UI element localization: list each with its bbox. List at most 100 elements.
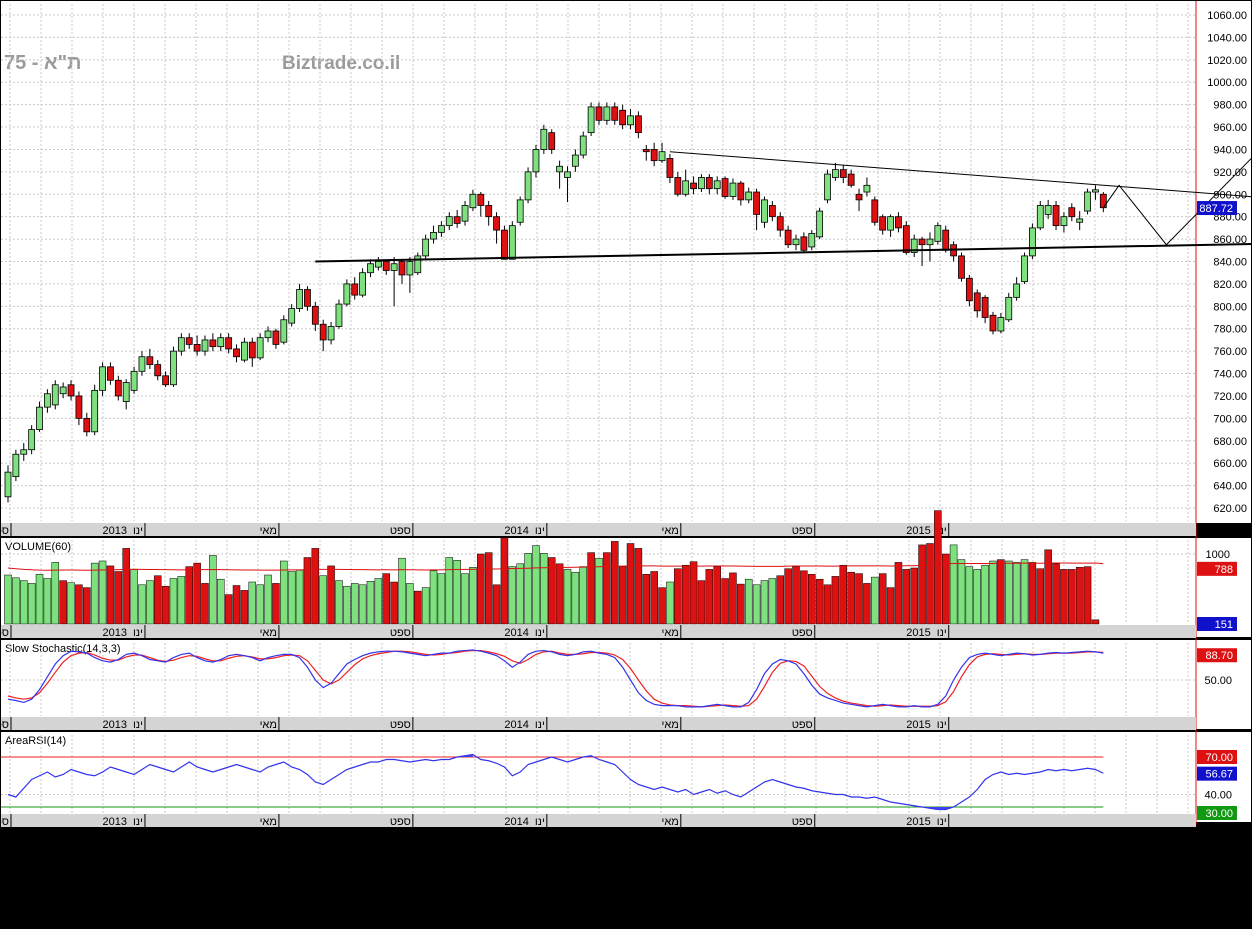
volume-bar[interactable] <box>1068 569 1076 625</box>
volume-bar[interactable] <box>855 573 863 625</box>
candle-body[interactable] <box>571 154 579 167</box>
candle-body[interactable] <box>382 261 390 271</box>
volume-bar[interactable] <box>800 570 808 625</box>
candle-body[interactable] <box>311 305 319 325</box>
volume-bar[interactable] <box>114 571 123 625</box>
volume-bar[interactable] <box>1036 568 1045 625</box>
candle-body[interactable] <box>871 199 879 223</box>
candle-body[interactable] <box>240 341 248 361</box>
volume-bar[interactable] <box>350 583 359 625</box>
candle-body[interactable] <box>1076 218 1084 223</box>
volume-bar[interactable] <box>461 573 469 625</box>
volume-bar[interactable] <box>729 572 737 625</box>
candle-body[interactable] <box>508 225 516 260</box>
volume-bar[interactable] <box>666 581 674 625</box>
volume-bar[interactable] <box>67 582 75 625</box>
candle-body[interactable] <box>824 173 831 201</box>
volume-bar[interactable] <box>327 565 335 625</box>
volume-bar[interactable] <box>863 583 871 625</box>
candle-body[interactable] <box>445 216 453 227</box>
volume-bar[interactable] <box>477 553 485 625</box>
volume-bar[interactable] <box>941 553 950 625</box>
volume-bar[interactable] <box>1020 559 1029 625</box>
candle-body[interactable] <box>36 406 43 430</box>
candle-body[interactable] <box>532 149 540 173</box>
candle-body[interactable] <box>997 317 1005 332</box>
candle-body[interactable] <box>233 348 240 358</box>
candle-body[interactable] <box>493 216 500 231</box>
volume-bar[interactable] <box>335 580 343 625</box>
volume-bar[interactable] <box>146 580 154 625</box>
candle-body[interactable] <box>296 289 303 309</box>
volume-bar[interactable] <box>949 544 958 625</box>
candle-body[interactable] <box>729 182 737 197</box>
volume-bar[interactable] <box>303 557 312 625</box>
candle-body[interactable] <box>556 165 563 173</box>
volume-bar[interactable] <box>12 577 20 625</box>
volume-bar[interactable] <box>201 583 209 625</box>
candle-body[interactable] <box>44 393 51 408</box>
candle-body[interactable] <box>288 308 296 324</box>
candle-body[interactable] <box>154 364 162 377</box>
volume-bar[interactable] <box>217 578 225 625</box>
candle-body[interactable] <box>705 177 713 190</box>
volume-bar[interactable] <box>1012 562 1021 625</box>
volume-bar[interactable] <box>122 548 130 625</box>
volume-bar[interactable] <box>989 560 997 625</box>
candle-body[interactable] <box>658 151 666 162</box>
volume-bar[interactable] <box>138 584 146 625</box>
volume-bar[interactable] <box>492 584 501 625</box>
candle-body[interactable] <box>1021 255 1028 283</box>
candle-body[interactable] <box>327 326 335 341</box>
candle-body[interactable] <box>1099 193 1107 209</box>
volume-bar[interactable] <box>721 578 729 625</box>
candle-body[interactable] <box>422 238 430 257</box>
volume-bar[interactable] <box>366 581 375 625</box>
candle-body[interactable] <box>902 225 910 253</box>
volume-bar[interactable] <box>524 553 532 625</box>
candle-body[interactable] <box>1029 227 1036 257</box>
volume-bar[interactable] <box>256 584 264 625</box>
candle-body[interactable] <box>359 272 367 296</box>
candle-body[interactable] <box>280 319 288 343</box>
volume-bar[interactable] <box>768 578 777 625</box>
candle-body[interactable] <box>713 180 721 190</box>
volume-bar[interactable] <box>414 590 422 625</box>
candle-body[interactable] <box>690 182 697 190</box>
volume-bar[interactable] <box>130 569 138 625</box>
candle-body[interactable] <box>67 384 75 397</box>
volume-bar[interactable] <box>894 562 903 625</box>
candle-body[interactable] <box>437 225 445 233</box>
candle-body[interactable] <box>635 115 642 134</box>
volume-bar[interactable] <box>429 570 438 625</box>
volume-bar[interactable] <box>51 562 60 625</box>
candle-body[interactable] <box>398 261 406 276</box>
volume-bar[interactable] <box>603 552 611 625</box>
volume-bar[interactable] <box>153 575 162 625</box>
volume-bar[interactable] <box>398 557 406 625</box>
candle-body[interactable] <box>170 350 177 386</box>
candle-body[interactable] <box>201 339 209 352</box>
candle-body[interactable] <box>367 263 374 274</box>
volume-bar[interactable] <box>689 561 698 625</box>
volume-bar[interactable] <box>224 594 233 625</box>
candle-body[interactable] <box>406 261 414 276</box>
volume-bar[interactable] <box>59 580 67 625</box>
candle-body[interactable] <box>524 171 532 201</box>
candle-body[interactable] <box>855 193 863 201</box>
volume-bar[interactable] <box>1060 569 1068 625</box>
volume-bar[interactable] <box>634 548 643 625</box>
candle-body[interactable] <box>20 449 28 455</box>
volume-bar[interactable] <box>295 569 304 625</box>
candle-body[interactable] <box>516 199 524 223</box>
volume-bar[interactable] <box>744 578 753 625</box>
candle-body[interactable] <box>414 255 422 274</box>
volume-bar[interactable] <box>193 562 201 625</box>
volume-bar[interactable] <box>847 571 855 625</box>
candle-body[interactable] <box>887 216 894 231</box>
candle-body[interactable] <box>75 395 83 419</box>
volume-bar[interactable] <box>965 566 974 625</box>
candle-body[interactable] <box>650 149 658 162</box>
candle-body[interactable] <box>753 191 760 215</box>
candle-body[interactable] <box>264 330 272 339</box>
